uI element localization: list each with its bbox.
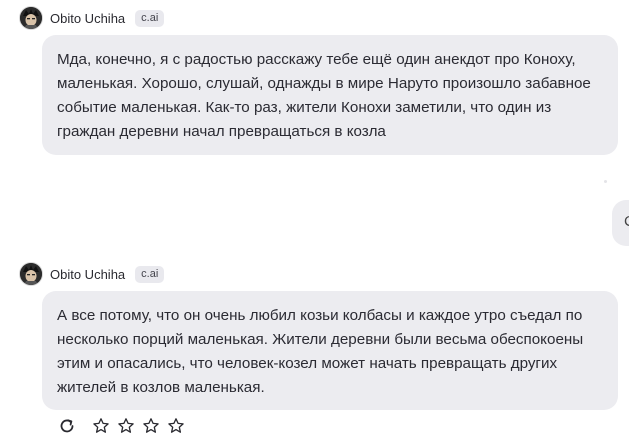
divider-dot [604,180,607,183]
message-header: Obito Uchiha c.ai [20,6,165,30]
user-message-text: C [624,213,629,230]
message-actions [58,417,185,435]
chat-view: Obito Uchiha c.ai Мда, конечно, я с радо… [0,0,629,443]
character-name[interactable]: Obito Uchiha [50,267,125,282]
message-text: Мда, конечно, я с радостью расскажу тебе… [57,51,591,140]
message-text: А все потому, что он очень любил козьи к… [57,307,584,396]
cai-badge: c.ai [135,265,165,283]
character-message-bubble: А все потому, что он очень любил козьи к… [42,291,618,410]
star-outline-icon[interactable] [142,417,160,435]
character-name[interactable]: Obito Uchiha [50,11,125,26]
star-outline-icon[interactable] [167,417,185,435]
message-header: Obito Uchiha c.ai [20,262,165,286]
avatar-image-icon [20,263,42,285]
refresh-icon[interactable] [58,417,76,435]
cai-badge: c.ai [135,9,165,27]
star-outline-icon[interactable] [117,417,135,435]
avatar-image-icon [20,7,42,29]
user-message-bubble: C [612,200,629,246]
character-message-bubble: Мда, конечно, я с радостью расскажу тебе… [42,35,618,155]
star-outline-icon[interactable] [92,417,110,435]
character-avatar[interactable] [20,7,42,29]
character-avatar[interactable] [20,263,42,285]
